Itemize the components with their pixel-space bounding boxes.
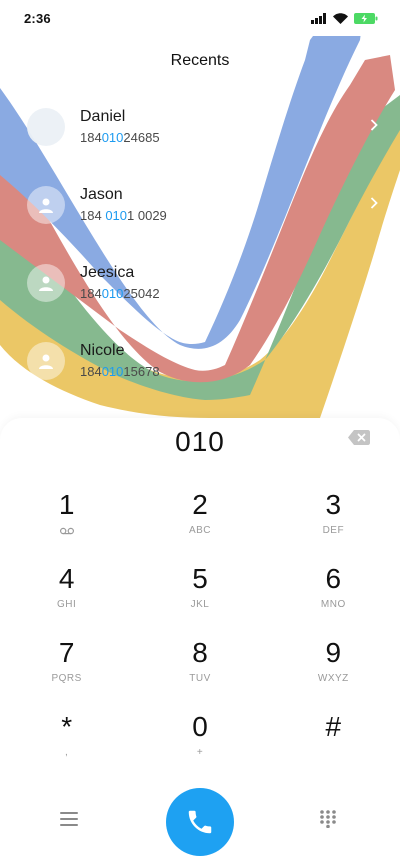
contact-name: Nicole: [80, 342, 125, 359]
person-icon: [39, 198, 53, 213]
number-match-highlight: 010: [105, 208, 128, 223]
phone-icon: [188, 810, 212, 834]
backspace-icon[interactable]: [348, 430, 370, 450]
wifi-icon: [333, 12, 348, 24]
dialed-number: 010: [175, 426, 225, 457]
status-bar: 2:36: [0, 0, 400, 36]
key-9[interactable]: 9 WXYZ: [267, 636, 400, 710]
key-8[interactable]: 8 TUV: [133, 636, 266, 710]
key-5[interactable]: 5 JKL: [133, 562, 266, 636]
contact-name: Daniel: [80, 108, 126, 125]
status-time: 2:36: [24, 10, 51, 26]
key-4[interactable]: 4 GHI: [0, 562, 133, 636]
recent-item-jeesica[interactable]: Jeesica 18401025042: [0, 244, 400, 322]
dialer-bottom-bar: [0, 788, 400, 858]
keypad-row: * , 0 + #: [0, 710, 400, 784]
key-2[interactable]: 2 ABC: [133, 488, 266, 562]
number-match-highlight: 010: [101, 364, 124, 379]
keypad: 1 2 ABC 3 DEF 4 GHI 5 JKL 6 MNO 7 PQRS 8…: [0, 488, 400, 784]
contact-number: 18401024685: [80, 130, 160, 145]
header: Recents: [0, 36, 400, 86]
dial-display: 010: [0, 418, 400, 466]
chevron-right-icon[interactable]: [370, 118, 378, 136]
recent-item-jason[interactable]: Jason 184 0101 0029: [0, 166, 400, 244]
dialpad-grid-icon[interactable]: [320, 810, 336, 833]
number-match-highlight: 010: [101, 286, 124, 301]
contact-number: 18401015678: [80, 364, 160, 379]
call-button[interactable]: [166, 788, 234, 856]
key-hash[interactable]: #: [267, 710, 400, 784]
dial-pad-sheet: 010 1 2 ABC 3 DEF 4 GHI 5 JKL 6 MNO 7 PQ…: [0, 418, 400, 866]
key-1[interactable]: 1: [0, 488, 133, 562]
avatar: [27, 186, 65, 224]
key-star[interactable]: * ,: [0, 710, 133, 784]
page-title: Recents: [170, 52, 230, 69]
keypad-row: 4 GHI 5 JKL 6 MNO: [0, 562, 400, 636]
battery-icon: [354, 12, 378, 24]
avatar: [27, 264, 65, 302]
recent-item-nicole[interactable]: Nicole 18401015678: [0, 322, 400, 400]
number-match-highlight: 010: [101, 130, 124, 145]
contact-name: Jason: [80, 186, 123, 203]
person-icon: [39, 276, 53, 291]
contact-name: Jeesica: [80, 264, 135, 281]
voicemail-icon: [59, 524, 74, 540]
key-6[interactable]: 6 MNO: [267, 562, 400, 636]
person-icon: [39, 354, 53, 369]
menu-icon[interactable]: [60, 812, 78, 831]
key-3[interactable]: 3 DEF: [267, 488, 400, 562]
recents-list: Daniel 18401024685 Jason 184 0101 0029 J…: [0, 88, 400, 400]
recent-item-daniel[interactable]: Daniel 18401024685: [0, 88, 400, 166]
keypad-row: 1 2 ABC 3 DEF: [0, 488, 400, 562]
contact-number: 18401025042: [80, 286, 160, 301]
avatar: [27, 108, 65, 146]
avatar: [27, 342, 65, 380]
signal-icon: [311, 12, 327, 24]
status-icons: [311, 12, 378, 24]
key-7[interactable]: 7 PQRS: [0, 636, 133, 710]
keypad-row: 7 PQRS 8 TUV 9 WXYZ: [0, 636, 400, 710]
contact-number: 184 0101 0029: [80, 208, 167, 223]
key-0[interactable]: 0 +: [133, 710, 266, 784]
chevron-right-icon[interactable]: [370, 196, 378, 214]
